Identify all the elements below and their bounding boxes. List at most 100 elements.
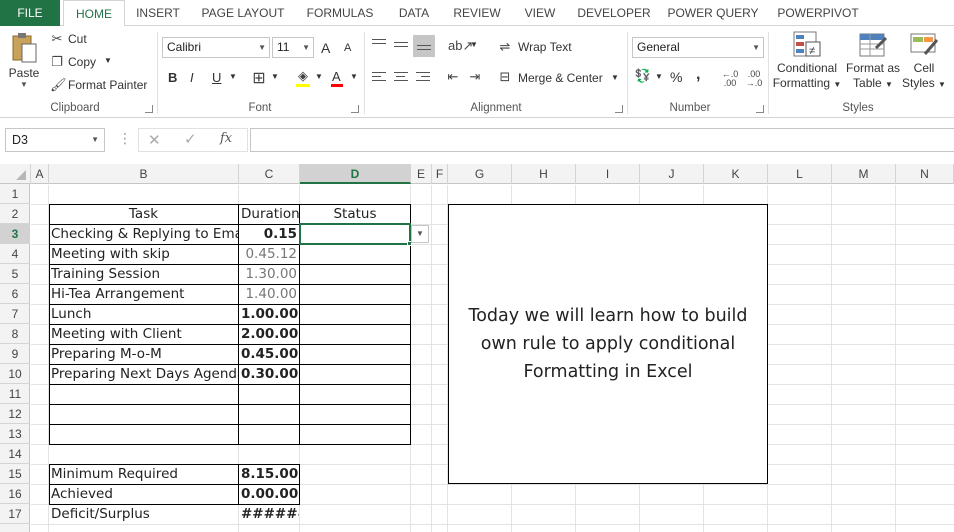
dialog-launcher-icon[interactable] [351, 105, 359, 113]
bold-button[interactable]: B [168, 70, 177, 85]
summary-value[interactable]: ######## [239, 505, 299, 525]
tab-file[interactable]: FILE [0, 0, 60, 26]
row-header[interactable]: 15 [0, 464, 30, 484]
column-header[interactable]: K [704, 164, 768, 184]
column-header[interactable]: N [896, 164, 954, 184]
tab-data[interactable]: DATA [390, 0, 438, 26]
row-header[interactable]: 13 [0, 424, 30, 444]
cut-button[interactable]: Cut [68, 32, 87, 46]
duration-cell[interactable]: 0.45.00 [239, 345, 299, 365]
row-header[interactable]: 12 [0, 404, 30, 424]
duration-cell[interactable]: 2.00.00 [239, 325, 299, 345]
task-cell[interactable]: Training Session [49, 265, 238, 285]
column-header[interactable]: L [768, 164, 832, 184]
summary-label[interactable]: Achieved [49, 485, 238, 505]
name-box[interactable]: D3 ▼ [5, 128, 105, 152]
grow-font-button[interactable]: A [321, 40, 330, 56]
formula-input[interactable] [250, 128, 954, 152]
align-center-icon[interactable] [394, 72, 408, 84]
summary-value[interactable]: 8.15.00 [239, 465, 299, 485]
task-cell[interactable]: Hi-Tea Arrangement [49, 285, 238, 305]
duration-cell[interactable]: 1.00.00 [239, 305, 299, 325]
header-task[interactable]: Task [49, 205, 238, 225]
column-header[interactable]: A [31, 164, 49, 184]
align-right-icon[interactable] [416, 72, 430, 84]
shrink-font-button[interactable]: A [344, 42, 351, 54]
dialog-launcher-icon[interactable] [145, 105, 153, 113]
tab-review[interactable]: REVIEW [448, 0, 506, 26]
tab-developer[interactable]: DEVELOPER [576, 0, 652, 26]
align-left-icon[interactable] [372, 72, 386, 84]
row-header[interactable]: 17 [0, 504, 30, 524]
number-format-combo[interactable]: General ▼ [632, 37, 764, 58]
decrease-decimal-icon[interactable]: .00 →.0 [744, 70, 764, 88]
tab-page-layout[interactable]: PAGE LAYOUT [196, 0, 290, 26]
tab-power-query[interactable]: POWER QUERY [664, 0, 762, 26]
enter-icon[interactable]: ✓ [184, 130, 197, 148]
column-header[interactable]: E [411, 164, 432, 184]
dialog-launcher-icon[interactable] [615, 105, 623, 113]
tab-view[interactable]: VIEW [518, 0, 562, 26]
insert-function-button[interactable]: fx [220, 131, 232, 146]
copy-button[interactable]: Copy [68, 55, 96, 69]
text-box[interactable]: Today we will learn how to build own rul… [448, 204, 768, 484]
duration-cell[interactable]: 1.40.00 [239, 285, 299, 305]
column-header[interactable]: B [49, 164, 239, 184]
increase-indent-icon[interactable]: ⇥ [466, 69, 484, 85]
tab-insert[interactable]: INSERT [128, 0, 188, 26]
row-header[interactable]: 2 [0, 204, 30, 224]
worksheet-grid[interactable]: Task Duration Status Checking & Replying… [31, 185, 954, 532]
task-cell[interactable]: Preparing Next Days Agenda [49, 365, 238, 385]
column-header[interactable]: H [512, 164, 576, 184]
duration-cell[interactable]: 0.30.00 [239, 365, 299, 385]
summary-value[interactable]: 0.00.00 [239, 485, 299, 505]
tab-home[interactable]: HOME [63, 0, 125, 27]
row-header[interactable]: 1 [0, 184, 30, 204]
align-top-icon[interactable] [372, 39, 386, 47]
cancel-icon[interactable]: ✕ [148, 131, 161, 149]
column-header-selected[interactable]: D [300, 164, 411, 184]
row-header[interactable]: 9 [0, 344, 30, 364]
align-middle-icon[interactable] [394, 42, 408, 50]
tab-formulas[interactable]: FORMULAS [302, 0, 378, 26]
align-bottom-button[interactable] [413, 35, 435, 57]
column-header[interactable]: F [432, 164, 448, 184]
column-header[interactable]: M [832, 164, 896, 184]
orientation-icon[interactable]: ab↗ [448, 38, 473, 54]
column-header[interactable]: J [640, 164, 704, 184]
font-size-combo[interactable]: 11 ▼ [272, 37, 314, 58]
font-name-combo[interactable]: Calibri ▼ [162, 37, 270, 58]
dialog-launcher-icon[interactable] [756, 105, 764, 113]
comma-style-button[interactable]: , [696, 66, 700, 84]
column-header[interactable]: C [239, 164, 300, 184]
header-duration[interactable]: Duration [239, 205, 299, 225]
task-cell[interactable]: Preparing M-o-M [49, 345, 238, 365]
row-header[interactable]: 14 [0, 444, 30, 464]
dropdown-arrow-icon[interactable]: ▼ [411, 225, 429, 243]
task-cell[interactable]: Meeting with skip [49, 245, 238, 265]
row-header[interactable]: 11 [0, 384, 30, 404]
row-header[interactable]: 16 [0, 484, 30, 504]
conditional-formatting-button[interactable]: ≠ Conditional Formatting ▼ [772, 30, 842, 100]
row-header-selected[interactable]: 3 [0, 224, 30, 244]
fill-color-icon[interactable]: ◈ [294, 68, 312, 84]
select-all-button[interactable] [0, 164, 31, 184]
paste-button[interactable]: Paste ▼ [6, 32, 42, 98]
task-cell[interactable]: Lunch [49, 305, 238, 325]
task-cell[interactable]: Checking & Replying to Email [49, 225, 238, 245]
font-color-button[interactable]: A [332, 69, 341, 84]
borders-icon[interactable]: ⊞ [250, 68, 268, 88]
row-header[interactable]: 10 [0, 364, 30, 384]
row-header[interactable]: 4 [0, 244, 30, 264]
column-header[interactable]: G [448, 164, 512, 184]
summary-label[interactable]: Deficit/Surplus [49, 505, 238, 525]
format-as-table-button[interactable]: Format as Table ▼ [842, 30, 904, 100]
format-painter-button[interactable]: Format Painter [68, 78, 147, 92]
cell-styles-button[interactable]: Cell Styles ▼ [902, 30, 946, 100]
row-header[interactable]: 8 [0, 324, 30, 344]
row-header[interactable]: 5 [0, 264, 30, 284]
column-header[interactable]: I [576, 164, 640, 184]
row-header[interactable]: 7 [0, 304, 30, 324]
duration-cell[interactable]: 1.30.00 [239, 265, 299, 285]
active-cell[interactable] [299, 223, 411, 245]
